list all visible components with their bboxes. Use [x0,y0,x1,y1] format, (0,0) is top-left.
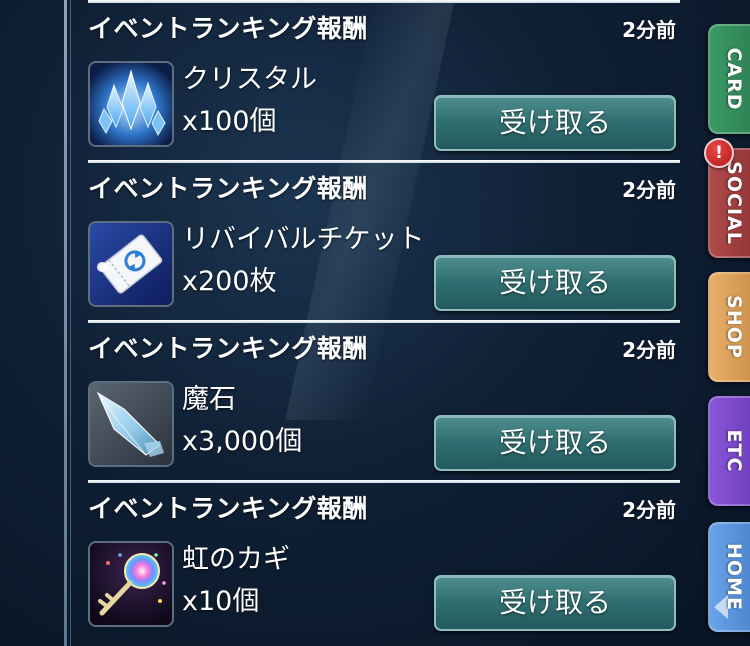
reward-divider [88,320,680,323]
reward-title: イベントランキング報酬 [88,174,368,203]
reward-time: 2分前 [622,498,676,522]
tab-home-label: HOME [723,543,745,611]
item-name: クリスタル [182,64,317,95]
reward-title: イベントランキング報酬 [88,14,368,43]
revival-ticket-icon [88,221,174,307]
item-quantity: x200枚 [182,266,277,297]
item-name: リバイバルチケット [182,224,425,255]
item-quantity: x100個 [182,106,277,137]
crystal-icon [88,61,174,147]
rainbow-key-icon [88,541,174,627]
item-quantity: x3,000個 [182,426,303,457]
claim-button[interactable]: 受け取る [434,255,676,311]
magic-stone-icon [88,381,174,467]
reward-time: 2分前 [622,178,676,202]
reward-item: イベントランキング報酬 2分前 [88,0,680,160]
claim-button[interactable]: 受け取る [434,415,676,471]
claim-button[interactable]: 受け取る [434,575,676,631]
reward-divider [88,480,680,483]
social-notification-badge: ! [704,138,734,168]
tab-card[interactable]: CARD [708,24,750,134]
item-quantity: x10個 [182,586,260,617]
reward-time: 2分前 [622,18,676,42]
reward-title: イベントランキング報酬 [88,494,368,523]
tab-etc-label: ETC [723,429,745,473]
reward-title: イベントランキング報酬 [88,334,368,363]
tab-etc[interactable]: ETC [708,396,750,506]
tab-social-label: SOCIAL [723,161,745,245]
reward-item: イベントランキング報酬 2分前 [88,320,680,480]
tab-home[interactable]: HOME [708,522,750,632]
reward-divider [88,0,680,3]
reward-item: イベントランキング報酬 2分前 [88,160,680,320]
tab-shop-label: SHOP [723,295,745,359]
reward-time: 2分前 [622,338,676,362]
reward-list[interactable]: イベントランキング報酬 2分前 クリスタル x100個 受け取る イベントランキ… [0,0,700,646]
tab-card-label: CARD [723,47,745,111]
item-name: 虹のカギ [182,544,290,575]
reward-item: イベントランキング報酬 2分前 [88,480,680,640]
reward-divider [88,160,680,163]
tab-shop[interactable]: SHOP [708,272,750,382]
claim-button[interactable]: 受け取る [434,95,676,151]
item-name: 魔石 [182,384,236,415]
